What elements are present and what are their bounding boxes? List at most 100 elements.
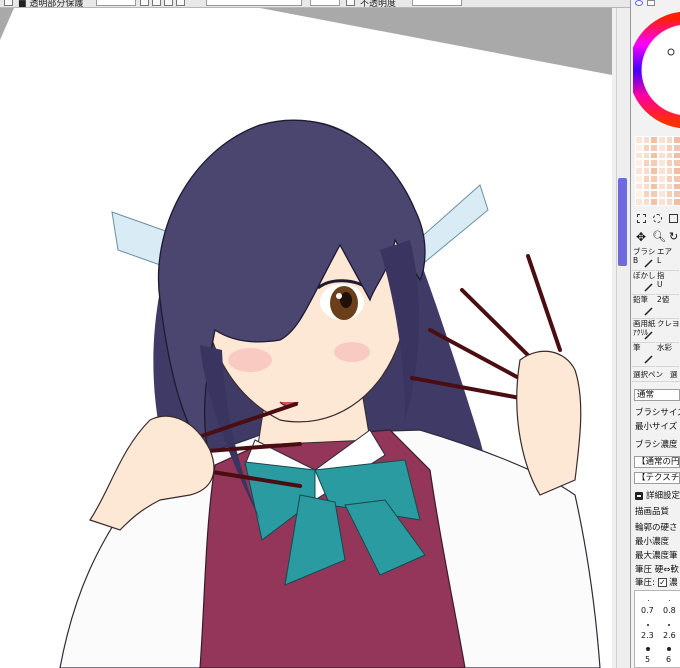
tool-pen[interactable]: 筆 [632,344,655,367]
zoom-icon[interactable]: 🔍︎ [652,231,666,243]
magic-wand-icon[interactable] [669,214,678,223]
color-swatch[interactable] [642,174,651,183]
color-swatch[interactable] [642,190,651,199]
color-swatch[interactable] [650,151,658,160]
color-swatch[interactable] [673,136,680,144]
color-swatch[interactable] [673,190,680,199]
collapse-icon[interactable] [635,492,643,500]
tool-blur[interactable]: ぼかし [632,272,656,295]
color-swatch[interactable] [673,198,680,206]
color-swatch[interactable] [635,190,643,199]
tool-binary[interactable]: 2値 [656,296,679,319]
color-swatch[interactable] [650,174,658,183]
color-swatch[interactable] [650,159,658,168]
color-swatch[interactable] [673,159,680,168]
quality-label: 描画品質 [635,507,670,517]
canvas-scrollbar[interactable] [616,8,629,668]
toolbar-button-4[interactable] [176,0,185,6]
color-swatch[interactable] [673,182,680,191]
color-swatch[interactable] [650,167,658,175]
color-swatch[interactable] [642,182,651,191]
tool-brush[interactable]: ブラシ B [632,248,655,271]
color-swatch[interactable] [657,198,666,206]
size-preset[interactable]: 2.6 [663,631,676,640]
size-preset[interactable]: 2.3 [641,631,654,640]
color-swatch[interactable] [635,159,643,168]
color-swatch[interactable] [665,167,674,175]
drawing-canvas[interactable] [0,8,612,668]
color-swatch[interactable] [665,136,674,144]
color-swatch[interactable] [642,136,651,144]
tool-crayon[interactable]: クレヨ [656,320,680,343]
color-swatch[interactable] [635,174,643,183]
tool-paper[interactable]: 画用紙 ｱｸﾘﾙ [632,320,656,343]
opacity-value-field[interactable] [412,0,462,6]
select-rect-icon[interactable] [637,214,646,223]
toolbar-button-3[interactable] [164,0,173,6]
color-swatch[interactable] [650,190,658,199]
color-swatch[interactable] [657,159,666,168]
toolbar-select[interactable] [206,0,302,6]
color-swatch[interactable] [657,143,666,152]
color-swatch[interactable] [635,198,643,206]
color-swatch[interactable] [650,198,658,206]
color-swatch[interactable] [657,136,666,144]
layer-field[interactable] [96,0,136,6]
toolbar-button-1[interactable] [140,0,149,6]
opacity-checkbox[interactable] [346,0,355,6]
color-swatch[interactable] [650,143,658,152]
color-swatch[interactable] [657,174,666,183]
toolbar-button-2[interactable] [152,0,161,6]
color-swatch[interactable] [642,198,651,206]
color-swatch[interactable] [673,174,680,183]
blend-mode-select[interactable]: 通常 [634,389,680,401]
color-wheel[interactable] [633,6,680,130]
color-swatch[interactable] [657,182,666,191]
pressure-checkbox[interactable]: ✓ [658,578,667,587]
color-swatch[interactable] [650,182,658,191]
color-swatch[interactable] [650,136,658,144]
color-swatch[interactable] [642,151,651,160]
tool-eraser[interactable]: エア L [656,248,679,271]
move-icon[interactable]: ✥ [636,231,646,243]
lasso-icon[interactable] [653,214,662,223]
color-swatch[interactable] [642,167,651,175]
tool-select-pen[interactable]: 選択ペン 選 [632,368,680,382]
rotate-icon[interactable]: ↻ [669,231,678,243]
tool-pencil[interactable]: 鉛筆 [632,296,655,319]
color-swatch[interactable] [665,182,674,191]
color-swatch[interactable] [635,151,643,160]
color-swatch[interactable] [657,167,666,175]
color-swatch[interactable] [657,151,666,160]
color-swatch[interactable] [642,143,651,152]
color-swatch[interactable] [665,151,674,160]
canvas-scrollbar-thumb[interactable] [618,178,627,266]
size-preset[interactable]: 0.8 [663,606,676,615]
color-swatch[interactable] [665,198,674,206]
color-swatch[interactable] [635,167,643,175]
color-swatch[interactable] [657,190,666,199]
tool-watercolor[interactable]: 水彩 [656,344,679,367]
color-swatch[interactable] [665,159,674,168]
protect-checkbox[interactable] [4,0,13,6]
tool-finger[interactable]: 指 U [656,272,679,295]
color-swatch[interactable] [635,182,643,191]
color-swatch[interactable] [665,143,674,152]
size-preset[interactable]: 0.7 [641,606,654,615]
color-swatches[interactable] [635,136,680,206]
color-swatch[interactable] [673,143,680,152]
edge-hardness-label: 輪郭の硬さ [635,523,678,533]
size-preset[interactable]: 5 [645,655,650,664]
color-swatch[interactable] [642,159,651,168]
brush-shape-select[interactable]: 【通常の円形】 [634,456,680,468]
advanced-settings-toggle[interactable]: 詳細設定 [646,491,680,501]
color-swatch[interactable] [635,136,643,144]
color-swatch[interactable] [673,151,680,160]
color-swatch[interactable] [665,174,674,183]
color-swatch[interactable] [665,190,674,199]
color-swatch[interactable] [673,167,680,175]
size-preset[interactable]: 6 [666,655,671,664]
texture-select[interactable]: 【テクスチャなし】 [634,472,680,484]
opacity-field[interactable] [310,0,340,6]
color-swatch[interactable] [635,143,643,152]
